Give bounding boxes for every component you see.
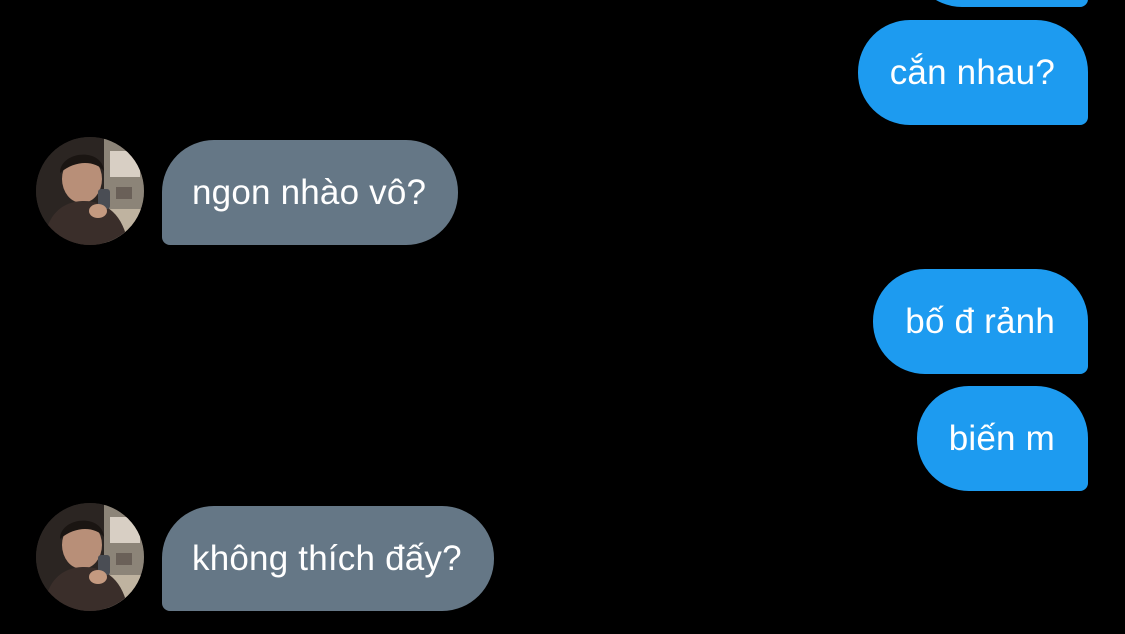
message-text: bố đ rảnh xyxy=(905,301,1055,341)
avatar[interactable] xyxy=(36,503,144,611)
message-text: biến m xyxy=(948,418,1055,458)
user-photo-avatar-icon xyxy=(36,137,144,245)
message-bubble-incoming[interactable]: không thích đấy? xyxy=(162,506,494,611)
message-text: không thích đấy? xyxy=(192,538,462,578)
message-text: cắn nhau? xyxy=(889,52,1055,92)
avatar[interactable] xyxy=(36,137,144,245)
user-photo-avatar-icon xyxy=(36,503,144,611)
message-bubble-outgoing[interactable]: cắn nhau? xyxy=(857,20,1088,125)
message-bubble-incoming[interactable]: ngon nhào vô? xyxy=(162,140,459,245)
message-thread: cắn nhau? ngon nhào vô? bố đ rảnh biến m xyxy=(0,0,1125,634)
message-bubble-outgoing-partial[interactable] xyxy=(910,0,1088,7)
message-text: ngon nhào vô? xyxy=(192,172,427,212)
message-bubble-outgoing[interactable]: biến m xyxy=(916,386,1088,491)
message-bubble-outgoing[interactable]: bố đ rảnh xyxy=(873,269,1088,374)
